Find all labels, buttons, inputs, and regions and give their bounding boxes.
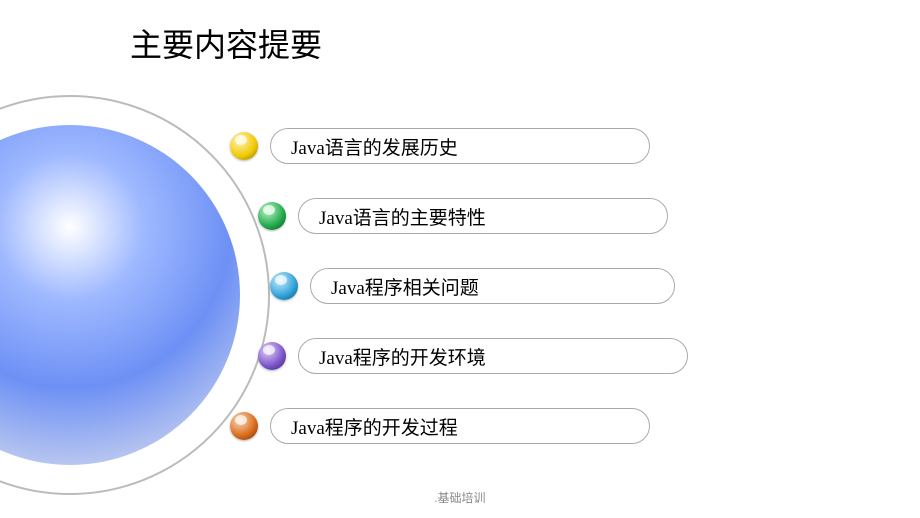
slide-title: 主要内容提要: [130, 20, 322, 66]
item-label: Java语言的主要特性: [319, 203, 486, 230]
decorative-circle-inner: [0, 125, 240, 465]
item-pill: Java程序的开发环境: [298, 338, 688, 374]
bullet-icon: [270, 272, 298, 300]
footer-text: .基础培训: [434, 489, 485, 506]
item-pill: Java程序的开发过程: [270, 408, 650, 444]
bullet-icon: [258, 342, 286, 370]
bullet-icon: [258, 202, 286, 230]
list-item: Java语言的主要特性: [258, 198, 668, 234]
item-pill: Java程序相关问题: [310, 268, 675, 304]
list-item: Java程序的开发环境: [258, 338, 688, 374]
item-label: Java程序相关问题: [331, 273, 479, 300]
item-label: Java语言的发展历史: [291, 133, 458, 160]
bullet-icon: [230, 412, 258, 440]
item-pill: Java语言的主要特性: [298, 198, 668, 234]
item-pill: Java语言的发展历史: [270, 128, 650, 164]
item-label: Java程序的开发过程: [291, 413, 458, 440]
list-item: Java程序的开发过程: [230, 408, 650, 444]
list-item: Java程序相关问题: [270, 268, 675, 304]
item-label: Java程序的开发环境: [319, 343, 486, 370]
bullet-icon: [230, 132, 258, 160]
list-item: Java语言的发展历史: [230, 128, 650, 164]
